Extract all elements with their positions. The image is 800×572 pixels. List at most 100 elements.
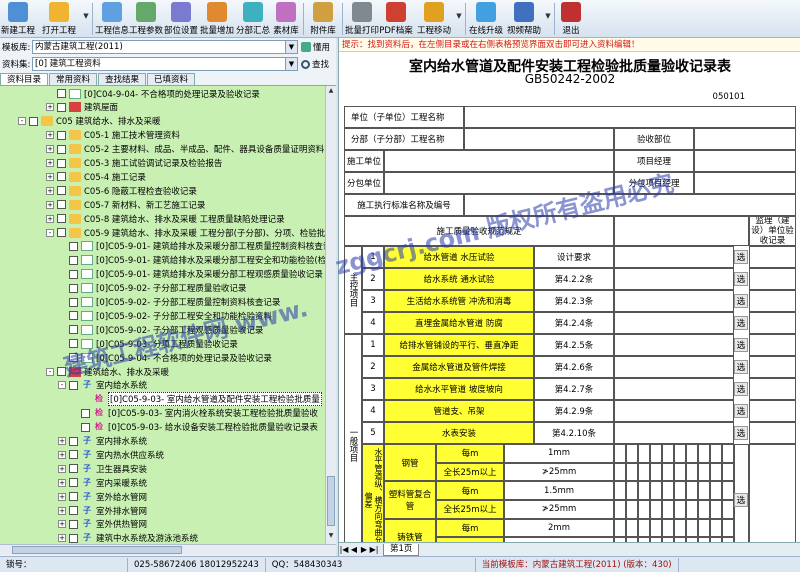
measurement-cell[interactable] (686, 481, 698, 500)
item-supervision[interactable] (749, 312, 796, 334)
toolbar-button-new-project[interactable]: 新建工程 (0, 0, 36, 38)
expand-icon[interactable]: + (46, 214, 54, 223)
tree-checkbox[interactable] (57, 186, 66, 196)
tree-item[interactable]: + 子室外给水管网 (58, 490, 147, 503)
library-select[interactable]: [0] 建筑工程资料 ▼ (32, 57, 298, 71)
tree-item[interactable]: + 子室内采暖系统 (58, 476, 147, 489)
tree-checkbox[interactable] (29, 116, 38, 126)
tree-item[interactable]: + C05-2 主要材料、成品、半成品、配件、器具设备质量证明资料 (46, 143, 324, 156)
tree-checkbox[interactable] (69, 436, 78, 446)
subcontract-manager-value[interactable] (694, 172, 796, 194)
item-record[interactable] (614, 290, 734, 312)
tree-checkbox[interactable] (69, 478, 78, 488)
construction-unit-value[interactable] (384, 150, 614, 172)
tree-checkbox[interactable] (57, 214, 66, 224)
measurement-cell[interactable] (626, 462, 638, 482)
measurement-cell[interactable] (674, 462, 686, 482)
expand-icon[interactable]: + (58, 450, 66, 459)
item-record[interactable] (614, 400, 734, 422)
project-manager-value[interactable] (694, 150, 796, 172)
measurement-cell[interactable] (614, 500, 626, 519)
tree-checkbox[interactable] (69, 325, 78, 335)
scroll-down-icon[interactable]: ▼ (327, 532, 335, 542)
expand-icon[interactable]: + (58, 437, 66, 445)
measurement-cell[interactable] (662, 481, 674, 500)
toolbar-button-material-library[interactable]: 素材库 (271, 0, 301, 38)
toolbar-button-subsection-summary[interactable]: 分部汇总 (235, 0, 271, 38)
measurement-cell[interactable] (662, 500, 674, 519)
tab-3[interactable]: 已填资料 (147, 73, 196, 85)
tree-item[interactable]: [0]C05-9-02- 子分部工程质量控制资料核查记录 (58, 296, 280, 309)
collapse-icon[interactable]: - (46, 228, 54, 237)
measurement-cell[interactable] (698, 462, 710, 482)
select-button[interactable]: 选 (734, 426, 748, 440)
tree-item[interactable]: + 子室外排水管网 (58, 504, 147, 517)
deviation-supervision[interactable] (749, 444, 796, 542)
tree-item[interactable]: 检 [0]C05-9-03- 室内消火栓系统安装工程检验批质量验收 (70, 407, 318, 420)
tab-2[interactable]: 查找结果 (98, 73, 147, 85)
measurement-cell[interactable] (710, 444, 722, 463)
measurement-cell[interactable] (614, 444, 626, 463)
tree-item[interactable]: + C05-3 施工试验调试记录及检验报告 (46, 157, 222, 170)
measurement-cell[interactable] (710, 500, 722, 519)
measurement-cell[interactable] (722, 518, 734, 538)
toolbar-button-batch-add[interactable]: 批量增加 (199, 0, 235, 38)
measurement-cell[interactable] (662, 518, 674, 538)
measurement-cell[interactable] (614, 462, 626, 482)
toolbar-button-open-folder[interactable]: 打开工程 (36, 0, 82, 38)
tree-checkbox[interactable] (69, 255, 78, 265)
measurement-cell[interactable] (650, 500, 662, 519)
measurement-cell[interactable] (626, 518, 638, 538)
tree-checkbox[interactable] (69, 311, 78, 321)
prev-sheet-icon[interactable]: ◀ (349, 545, 359, 554)
select-button[interactable]: 选 (734, 250, 748, 264)
measurement-cell[interactable] (650, 444, 662, 463)
tree-item[interactable]: [0]C05-9-02- 子分部工程安全和功能检验资料 (58, 309, 272, 322)
tree-item[interactable]: 检 [0]C05-9-03- 室内给水管道及配件安装工程检验批质量 (70, 392, 322, 407)
measurement-cell[interactable] (674, 518, 686, 538)
sub-project-value[interactable] (464, 128, 614, 150)
tab-1[interactable]: 常用资料 (49, 73, 98, 85)
tree-item[interactable]: + C05-8 建筑给水、排水及采暖 工程质量缺陷处理记录 (46, 212, 285, 225)
measurement-cell[interactable] (638, 481, 650, 500)
item-record[interactable] (614, 334, 734, 356)
tree-item[interactable]: - C05-9 建筑给水、排水及采暖 工程分部(子分部)、分项、检验批工 (46, 226, 325, 239)
sheet-tab-1[interactable]: 第1页 (383, 543, 420, 556)
measurement-cell[interactable] (614, 518, 626, 538)
toolbar-button-position-settings[interactable]: 部位设置 (163, 0, 199, 38)
item-supervision[interactable] (749, 268, 796, 290)
tree-checkbox[interactable] (69, 380, 78, 390)
tree-checkbox[interactable] (69, 450, 78, 460)
measurement-cell[interactable] (698, 518, 710, 538)
tree-item[interactable]: + 子室内热水供应系统 (58, 448, 164, 461)
tree-checkbox[interactable] (57, 102, 66, 112)
tree-checkbox[interactable] (69, 533, 78, 543)
tree-item[interactable]: + C05-4 施工记录 (46, 170, 146, 183)
measurement-cell[interactable] (686, 500, 698, 519)
tree-item[interactable]: 检 [0]C05-9-03- 给水设备安装工程检验批质量验收记录表 (70, 421, 318, 434)
select-button[interactable]: 选 (734, 493, 748, 507)
tree-item[interactable]: + 子室外供热管网 (58, 518, 147, 531)
tree-checkbox[interactable] (57, 144, 66, 154)
tree-item[interactable]: - 子室内给水系统 (58, 379, 147, 392)
tree-checkbox[interactable] (69, 464, 78, 474)
hscroll-thumb[interactable] (12, 546, 182, 554)
item-record[interactable] (614, 312, 734, 334)
expand-icon[interactable]: + (46, 172, 54, 181)
select-button[interactable]: 选 (734, 316, 748, 330)
tree-item[interactable]: [0]C05-9-04- 不合格项的处理记录及验收记录 (58, 351, 272, 364)
expand-icon[interactable]: + (46, 200, 54, 209)
tree-checkbox[interactable] (69, 519, 78, 529)
tree-vertical-scrollbar[interactable]: ▲ ▼ (325, 86, 336, 544)
item-supervision[interactable] (749, 246, 796, 268)
check-record-header[interactable] (614, 216, 749, 246)
expand-icon[interactable]: + (58, 492, 66, 501)
select-button[interactable]: 选 (734, 360, 748, 374)
tree-item[interactable]: + C05-7 新材料、新工艺施工记录 (46, 198, 205, 211)
measurement-cell[interactable] (638, 518, 650, 538)
toolbar-button-project-params[interactable]: 工程参数 (129, 0, 163, 38)
item-supervision[interactable] (749, 290, 796, 312)
item-record[interactable] (614, 422, 734, 444)
tree-checkbox[interactable] (57, 158, 66, 168)
unit-project-value[interactable] (464, 106, 796, 128)
